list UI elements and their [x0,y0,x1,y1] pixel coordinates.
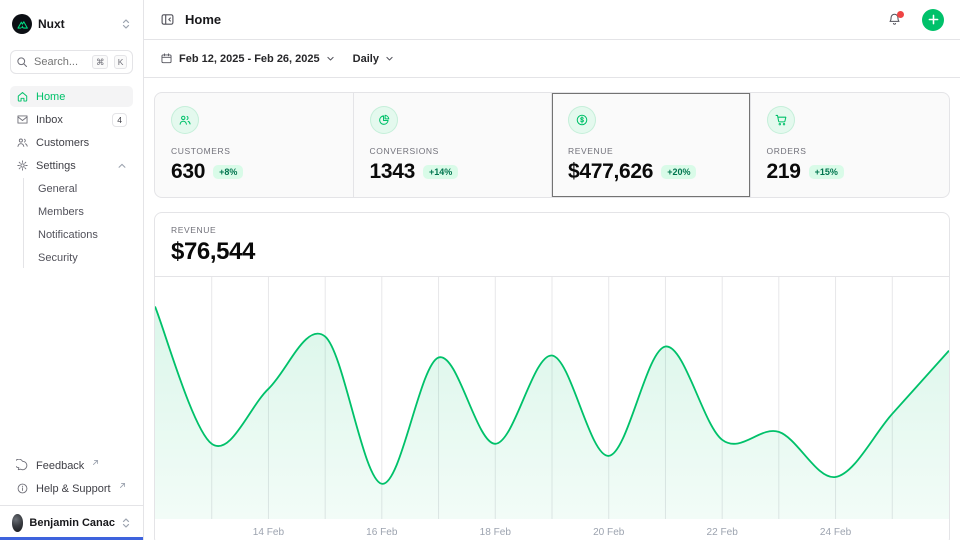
main-panel: Home Feb 12, 2025 - Feb 26, 2025 Daily [144,0,960,540]
x-axis-label: 16 Feb [366,527,398,538]
stat-delta-badge: +8% [213,165,243,179]
notification-dot [897,11,904,18]
sidebar-item-general[interactable]: General [34,178,133,199]
workspace-name: Nuxt [38,17,115,31]
user-name: Benjamin Canac [29,517,115,529]
user-menu[interactable]: Benjamin Canac [0,505,143,540]
avatar [12,514,23,532]
sidebar-nav: Home Inbox 4 Customers Setting [10,86,133,268]
pie-chart-icon [370,106,398,134]
x-axis-label: 22 Feb [707,527,739,538]
chart-title: REVENUE [171,225,933,235]
x-axis-label: 24 Feb [820,527,852,538]
sidebar-item-security[interactable]: Security [34,247,133,268]
dashboard-content: CUSTOMERS 630 +8% CONVERSIONS 1343 +14% [144,78,960,540]
dollar-circle-icon [568,106,596,134]
date-range-label: Feb 12, 2025 - Feb 26, 2025 [179,53,320,65]
external-link-icon [92,459,99,466]
chart-header: REVENUE $76,544 [155,213,949,277]
stat-label: REVENUE [568,146,734,156]
sidebar-item-settings[interactable]: Settings [10,155,133,176]
users-icon [16,136,29,149]
stat-card-customers[interactable]: CUSTOMERS 630 +8% [155,93,354,197]
sidebar-item-label: Help & Support [36,483,111,495]
stat-label: CUSTOMERS [171,146,337,156]
revenue-area-chart[interactable]: 14 Feb 16 Feb 18 Feb 20 Feb 22 Feb 24 Feb [155,277,949,540]
feedback-link[interactable]: Feedback [10,455,133,476]
sidebar-subitem-label: Members [38,206,84,218]
chevron-up-down-icon [121,517,131,529]
stat-card-revenue[interactable]: REVENUE $477,626 +20% [552,93,751,197]
add-button[interactable] [922,9,944,31]
chart-current-value: $76,544 [171,238,933,266]
external-link-icon [119,482,126,489]
stat-value: 1343 [370,160,416,184]
sidebar-item-customers[interactable]: Customers [10,132,133,153]
stat-delta-badge: +14% [423,165,458,179]
info-circle-icon [16,482,29,495]
page-title: Home [185,12,877,27]
search-icon [16,56,28,68]
app-window: Nuxt ⌘ K Home Inbo [0,0,960,540]
sidebar-item-inbox[interactable]: Inbox 4 [10,109,133,130]
sidebar-footer: Feedback Help & Support [10,455,133,505]
stat-label: ORDERS [767,146,934,156]
stat-value: 630 [171,160,205,184]
x-axis-label: 18 Feb [480,527,512,538]
chevron-down-icon [385,54,394,63]
gear-icon [16,159,29,172]
sidebar: Nuxt ⌘ K Home Inbo [0,0,144,540]
stat-card-orders[interactable]: ORDERS 219 +15% [751,93,950,197]
sidebar-subitem-label: Security [38,252,78,264]
sidebar-item-label: Settings [36,160,76,172]
date-range-picker[interactable]: Feb 12, 2025 - Feb 26, 2025 [160,52,335,65]
revenue-chart-card: REVENUE $76,544 14 Feb 16 Feb 18 Feb 20 Feb… [154,212,950,540]
plus-icon [928,14,939,25]
sidebar-item-label: Home [36,91,65,103]
help-support-link[interactable]: Help & Support [10,478,133,499]
sidebar-item-members[interactable]: Members [34,201,133,222]
home-icon [16,90,29,103]
kbd-k: K [114,55,127,69]
stat-card-conversions[interactable]: CONVERSIONS 1343 +14% [354,93,553,197]
chevron-down-icon [326,54,335,63]
search-input[interactable]: ⌘ K [10,50,133,74]
stat-delta-badge: +15% [809,165,844,179]
search-field[interactable] [34,56,86,68]
sidebar-item-label: Inbox [36,114,63,126]
sidebar-subitem-label: Notifications [38,229,98,241]
sidebar-item-label: Customers [36,137,89,149]
inbox-icon [16,113,29,126]
stat-delta-badge: +20% [661,165,696,179]
granularity-select[interactable]: Daily [353,53,394,65]
kbd-meta: ⌘ [92,55,108,69]
stat-label: CONVERSIONS [370,146,536,156]
cart-icon [767,106,795,134]
sidebar-item-notifications[interactable]: Notifications [34,224,133,245]
nuxt-logo-icon [12,14,32,34]
filters-toolbar: Feb 12, 2025 - Feb 26, 2025 Daily [144,40,960,78]
calendar-icon [160,52,173,65]
chevron-up-icon [117,161,127,171]
page-header: Home [144,0,960,40]
chevron-up-down-icon [121,18,131,30]
x-axis-label: 20 Feb [593,527,625,538]
notifications-button[interactable] [887,12,902,27]
collapse-sidebar-icon[interactable] [160,12,175,27]
workspace-switcher[interactable]: Nuxt [10,10,133,36]
stat-value: 219 [767,160,801,184]
settings-submenu: General Members Notifications Security [23,178,133,268]
stat-value: $477,626 [568,160,653,184]
sidebar-subitem-label: General [38,183,77,195]
sidebar-item-home[interactable]: Home [10,86,133,107]
chat-bubble-icon [16,459,29,472]
x-axis-label: 14 Feb [253,527,285,538]
users-icon [171,106,199,134]
inbox-count-badge: 4 [112,113,127,127]
sidebar-item-label: Feedback [36,460,84,472]
granularity-label: Daily [353,53,379,65]
stats-row: CUSTOMERS 630 +8% CONVERSIONS 1343 +14% [154,92,950,198]
